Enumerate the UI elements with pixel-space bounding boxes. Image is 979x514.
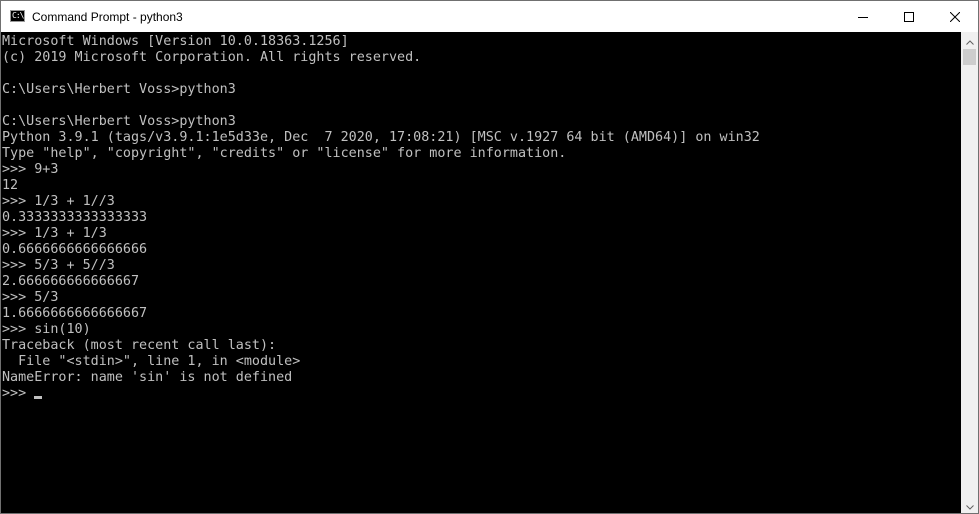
console-line: >>> 5/3 + 5//3 [2,258,115,273]
console-line: 0.3333333333333333 [2,210,148,225]
console-line: Microsoft Windows [Version 10.0.18363.12… [2,34,349,49]
scroll-down-button[interactable] [961,497,978,514]
console-prompt: >>> [2,386,35,401]
console-line: Type "help", "copyright", "credits" or "… [2,146,567,161]
minimize-button[interactable] [840,1,886,32]
close-icon [950,11,960,22]
scroll-thumb[interactable] [963,49,976,65]
console-line: NameError: name 'sin' is not defined [2,370,293,385]
console-line: (c) 2019 Microsoft Corporation. All righ… [2,50,422,65]
maximize-button[interactable] [886,1,932,32]
console-line: >>> sin(10) [2,322,91,337]
console-line: C:\Users\Herbert Voss>python3 [2,82,236,97]
vertical-scrollbar[interactable] [961,32,978,514]
console-line: Python 3.9.1 (tags/v3.9.1:1e5d33e, Dec 7… [2,130,760,145]
chevron-down-icon [965,497,974,514]
minimize-icon [858,12,868,22]
console-line: >>> 1/3 + 1/3 [2,226,107,241]
console-line: 12 [2,178,19,193]
console-line: File "<stdin>", line 1, in <module> [2,354,301,369]
window-title: Command Prompt - python3 [32,10,183,24]
console-line: 1.6666666666666667 [2,306,148,321]
console-line: C:\Users\Herbert Voss>python3 [2,114,236,129]
console-line: Traceback (most recent call last): [2,338,277,353]
console-text[interactable]: Microsoft Windows [Version 10.0.18363.12… [2,34,760,402]
console-output-area[interactable]: Microsoft Windows [Version 10.0.18363.12… [1,32,961,513]
console-line: >>> 9+3 [2,162,59,177]
command-prompt-window: C:\ Command Prompt - python3 Microsoft W… [0,0,979,514]
close-button[interactable] [932,1,978,32]
console-history: Microsoft Windows [Version 10.0.18363.12… [2,34,760,385]
cmd-icon-glyph: C:\ [12,11,24,20]
maximize-icon [904,11,914,22]
console-line: 0.6666666666666666 [2,242,148,257]
title-bar[interactable]: C:\ Command Prompt - python3 [1,1,978,32]
text-cursor [34,396,43,399]
console-line: 2.666666666666667 [2,274,140,289]
console-line: >>> 5/3 [2,290,59,305]
console-line: >>> 1/3 + 1//3 [2,194,115,209]
scroll-up-button[interactable] [961,32,978,49]
cmd-icon[interactable]: C:\ [10,10,25,22]
chevron-up-icon [965,32,974,50]
